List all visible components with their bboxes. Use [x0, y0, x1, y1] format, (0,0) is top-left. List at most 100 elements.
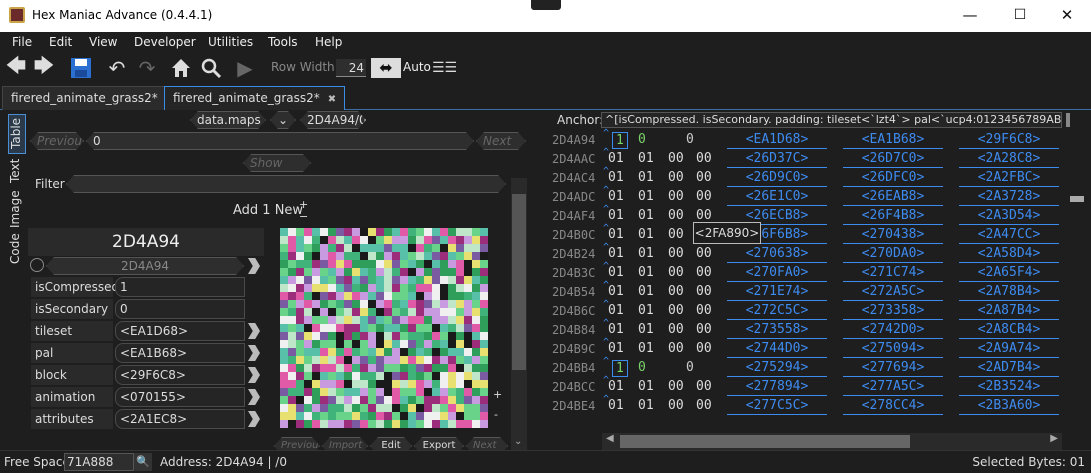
pointer-cell[interactable]: <26DFC0> [843, 170, 943, 187]
hex-byte[interactable]: 01 [608, 303, 624, 318]
search-icon[interactable]: 🔍 [134, 453, 152, 471]
undo-icon[interactable]: ↶ [104, 55, 130, 81]
hex-byte[interactable]: 0 [686, 360, 694, 375]
next-button[interactable]: Next [476, 132, 526, 150]
pointer-cell[interactable]: <2744D0> [727, 341, 827, 358]
pointer-cell[interactable]: <2AD7B4> [959, 360, 1059, 377]
hex-byte[interactable]: 00 [696, 379, 712, 394]
chevron-down-icon[interactable]: ⌄ [270, 111, 296, 129]
pointer-cell[interactable]: <271E74> [727, 284, 827, 301]
hex-byte[interactable]: 0 [638, 132, 646, 147]
goto-arrow-icon[interactable] [248, 411, 260, 427]
pointer-cell[interactable]: <2A3D54> [959, 208, 1059, 225]
pointer-cell[interactable]: <275294> [727, 360, 827, 377]
maximize-button[interactable]: ☐ [1000, 4, 1040, 26]
hex-byte[interactable]: 1 [612, 132, 628, 149]
table-select[interactable]: data.maps [190, 111, 266, 129]
close-tab-icon[interactable]: ✖ [328, 94, 336, 105]
scrollbar-thumb[interactable] [1070, 196, 1084, 202]
pointer-cell[interactable]: <277A5C> [843, 379, 943, 396]
pointer-cell[interactable]: <2A65F4> [959, 265, 1059, 282]
hex-byte[interactable]: 01 [608, 208, 624, 223]
pointer-cell[interactable]: <EA1B68> [843, 132, 943, 149]
scrollbar-thumb[interactable] [512, 194, 526, 370]
pointer-cell[interactable]: <2A8CB4> [959, 322, 1059, 339]
hex-byte[interactable]: 01 [638, 170, 654, 185]
hex-byte[interactable]: 00 [668, 227, 684, 242]
pointer-cell[interactable]: <2A47CC> [959, 227, 1059, 244]
hex-byte[interactable]: 01 [638, 303, 654, 318]
goto-arrow-icon[interactable] [248, 345, 260, 361]
pointer-cell[interactable]: <272C5C> [727, 303, 827, 320]
free-space-input[interactable]: 71A888 [64, 453, 134, 471]
pointer-cell[interactable]: <270DA0> [843, 246, 943, 263]
hex-byte[interactable]: 00 [696, 303, 712, 318]
hex-byte[interactable]: 01 [638, 208, 654, 223]
pointer-cell[interactable]: <273558> [727, 322, 827, 339]
hex-byte[interactable]: 01 [608, 322, 624, 337]
hex-byte[interactable]: 00 [668, 379, 684, 394]
hex-byte[interactable]: 00 [668, 265, 684, 280]
hex-byte[interactable]: 00 [696, 170, 712, 185]
redo-icon[interactable]: ↷ [134, 55, 160, 81]
hex-byte[interactable]: 00 [668, 398, 684, 413]
tileset-image[interactable] [280, 228, 488, 428]
hex-byte[interactable]: 00 [668, 341, 684, 356]
zoom-in-button[interactable]: + [493, 388, 502, 401]
goto-arrow-icon[interactable] [248, 389, 260, 405]
goto-arrow-icon[interactable] [248, 367, 260, 383]
tab-file-2[interactable]: firered_animate_grass2* ✖ [164, 86, 346, 110]
hex-byte[interactable]: 01 [638, 379, 654, 394]
hex-byte[interactable]: 01 [638, 322, 654, 337]
hex-byte[interactable]: 01 [608, 151, 624, 166]
hex-byte[interactable]: 01 [638, 246, 654, 261]
hex-byte[interactable]: 00 [696, 322, 712, 337]
hex-byte[interactable]: 0 [638, 360, 646, 375]
menu-view[interactable]: View [89, 35, 117, 49]
hex-byte[interactable]: 01 [608, 379, 624, 394]
forward-arrow-icon[interactable]: 🡆 [32, 53, 56, 81]
pointer-cell[interactable]: <277894> [727, 379, 827, 396]
field-value[interactable]: <2A1EC8> [115, 409, 245, 429]
menu-utilities[interactable]: Utilities [208, 35, 253, 49]
tab-image[interactable]: Image [8, 188, 26, 232]
hex-byte[interactable]: 01 [638, 189, 654, 204]
hex-byte[interactable]: 0 [686, 132, 694, 147]
anchor-input[interactable]: ^[isCompressed. isSecondary. padding: ti… [601, 112, 1062, 128]
scroll-down-icon[interactable]: ⌄ [514, 436, 526, 447]
hex-byte[interactable]: 01 [608, 189, 624, 204]
pointer-cell[interactable]: <26D7C0> [843, 151, 943, 168]
save-icon[interactable] [68, 55, 94, 81]
hex-byte[interactable]: 00 [696, 208, 712, 223]
menu-developer[interactable]: Developer [134, 35, 196, 49]
pointer-cell[interactable]: <271C74> [843, 265, 943, 282]
hex-byte[interactable]: 01 [608, 341, 624, 356]
filter-input[interactable] [66, 175, 506, 193]
auto-button[interactable]: Auto [403, 60, 431, 74]
pointer-cell[interactable]: <2A78B4> [959, 284, 1059, 301]
hex-byte[interactable]: 00 [668, 322, 684, 337]
pointer-cell[interactable]: <2A2FBC> [959, 170, 1059, 187]
minimize-button[interactable]: — [950, 4, 990, 26]
hex-byte[interactable]: 01 [608, 284, 624, 299]
hex-byte[interactable]: 00 [668, 208, 684, 223]
pointer-cell[interactable]: <270FA0> [727, 265, 827, 282]
field-value[interactable]: <EA1B68> [115, 343, 245, 363]
menu-file[interactable]: File [12, 35, 32, 49]
play-icon[interactable]: ▶ [234, 55, 256, 81]
field-value[interactable]: 0 [115, 299, 245, 319]
hex-horizontal-scrollbar[interactable]: ◀ ▶ [602, 433, 1062, 450]
goto-arrow-icon[interactable] [248, 323, 260, 339]
hex-byte[interactable]: 01 [638, 151, 654, 166]
add-new-button[interactable]: Add 1 New [233, 203, 303, 218]
index-input[interactable]: 0 [86, 132, 474, 150]
pointer-cell[interactable]: <26D37C> [727, 151, 827, 168]
hex-byte[interactable]: 01 [638, 284, 654, 299]
pointer-cell[interactable]: <2B3524> [959, 379, 1059, 396]
pointer-cell[interactable]: <270638> [727, 246, 827, 263]
previous-button[interactable]: Previous [30, 132, 84, 150]
record-sub-address[interactable]: 2D4A94 [46, 257, 244, 275]
scroll-right-icon[interactable]: ▶ [1050, 433, 1058, 444]
pointer-cell[interactable]: <26D9C0> [727, 170, 827, 187]
hex-byte[interactable]: 00 [696, 341, 712, 356]
